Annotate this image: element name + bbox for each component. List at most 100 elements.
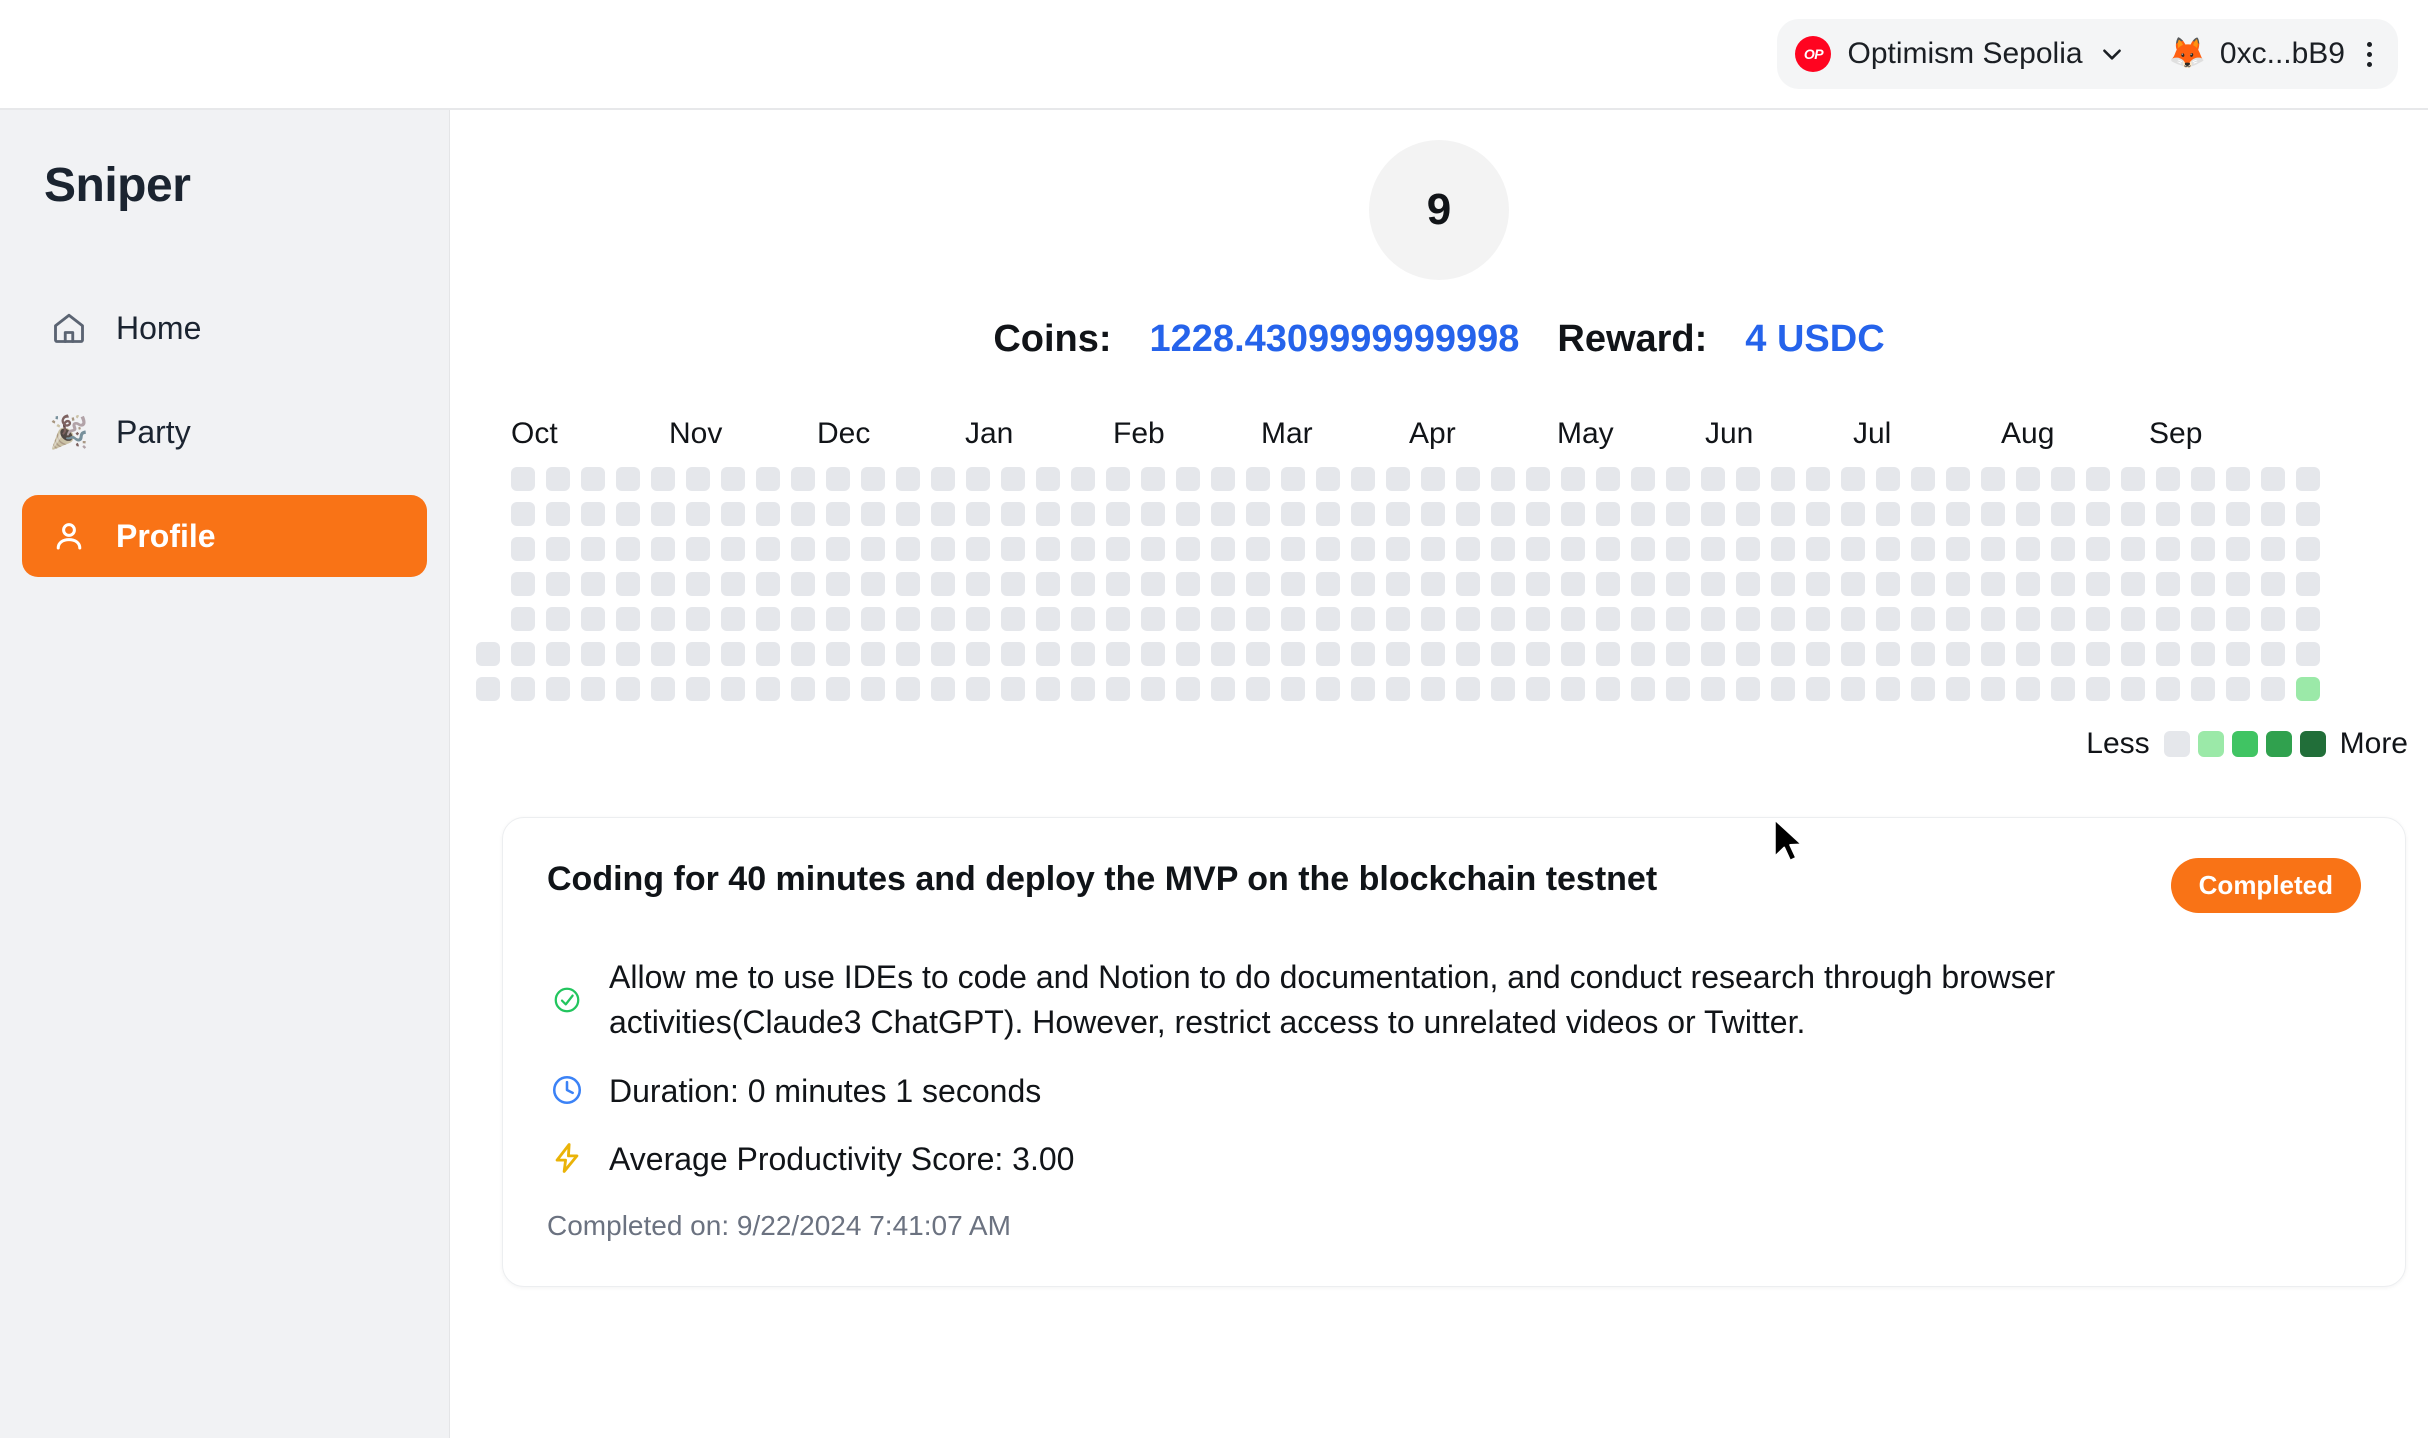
heatmap-cell[interactable] xyxy=(1701,572,1725,596)
heatmap-cell[interactable] xyxy=(1596,572,1620,596)
heatmap-cell[interactable] xyxy=(581,572,605,596)
heatmap-cell[interactable] xyxy=(1666,502,1690,526)
heatmap-cell[interactable] xyxy=(791,467,815,491)
heatmap-cell[interactable] xyxy=(2121,467,2145,491)
heatmap-cell[interactable] xyxy=(2296,642,2320,666)
heatmap-cell[interactable] xyxy=(756,607,780,631)
heatmap-cell[interactable] xyxy=(1561,607,1585,631)
heatmap-cell[interactable] xyxy=(616,642,640,666)
heatmap-cell[interactable] xyxy=(1106,467,1130,491)
heatmap-cell[interactable] xyxy=(1631,572,1655,596)
heatmap-cell[interactable] xyxy=(1421,642,1445,666)
heatmap-cell[interactable] xyxy=(1841,467,1865,491)
heatmap-cell[interactable] xyxy=(1351,642,1375,666)
heatmap-cell[interactable] xyxy=(826,572,850,596)
heatmap-cell[interactable] xyxy=(1981,467,2005,491)
heatmap-cell[interactable] xyxy=(756,677,780,701)
heatmap-cell[interactable] xyxy=(826,537,850,561)
heatmap-cell[interactable] xyxy=(2191,607,2215,631)
heatmap-cell[interactable] xyxy=(1631,502,1655,526)
heatmap-cell[interactable] xyxy=(1806,502,1830,526)
heatmap-cell[interactable] xyxy=(581,607,605,631)
heatmap-cell[interactable] xyxy=(1736,537,1760,561)
heatmap-cell[interactable] xyxy=(1596,677,1620,701)
heatmap-cell[interactable] xyxy=(1946,677,1970,701)
heatmap-cell[interactable] xyxy=(931,467,955,491)
heatmap-cell[interactable] xyxy=(1106,642,1130,666)
heatmap-cell[interactable] xyxy=(1386,572,1410,596)
heatmap-cell[interactable] xyxy=(1771,607,1795,631)
heatmap-cell[interactable] xyxy=(2191,467,2215,491)
heatmap-cell[interactable] xyxy=(931,572,955,596)
heatmap-cell[interactable] xyxy=(476,642,500,666)
heatmap-cell[interactable] xyxy=(2296,607,2320,631)
heatmap-cell[interactable] xyxy=(1386,677,1410,701)
heatmap-cell[interactable] xyxy=(1316,677,1340,701)
heatmap-cell[interactable] xyxy=(1876,572,1900,596)
heatmap-cell[interactable] xyxy=(1211,467,1235,491)
heatmap-cell[interactable] xyxy=(1596,607,1620,631)
heatmap-cell[interactable] xyxy=(1736,607,1760,631)
heatmap-cell[interactable] xyxy=(1491,502,1515,526)
heatmap-cell[interactable] xyxy=(511,572,535,596)
heatmap-cell[interactable] xyxy=(1386,607,1410,631)
heatmap-cell[interactable] xyxy=(511,502,535,526)
heatmap-cell[interactable] xyxy=(721,607,745,631)
heatmap-cell[interactable] xyxy=(1911,607,1935,631)
heatmap-cell[interactable] xyxy=(1211,537,1235,561)
heatmap-cell[interactable] xyxy=(686,502,710,526)
heatmap-cell[interactable] xyxy=(1771,537,1795,561)
heatmap-cell[interactable] xyxy=(581,537,605,561)
sidebar-item-home[interactable]: Home xyxy=(22,287,427,369)
heatmap-cell[interactable] xyxy=(1281,467,1305,491)
heatmap-cell[interactable] xyxy=(1561,537,1585,561)
heatmap-cell[interactable] xyxy=(1071,537,1095,561)
heatmap-cell[interactable] xyxy=(686,537,710,561)
heatmap-cell[interactable] xyxy=(931,677,955,701)
heatmap-cell[interactable] xyxy=(861,502,885,526)
heatmap-cell[interactable] xyxy=(756,572,780,596)
heatmap-cell[interactable] xyxy=(1211,642,1235,666)
heatmap-cell[interactable] xyxy=(1176,537,1200,561)
heatmap-cell[interactable] xyxy=(896,572,920,596)
heatmap-cell[interactable] xyxy=(1771,467,1795,491)
heatmap-cell[interactable] xyxy=(1071,677,1095,701)
heatmap-cell[interactable] xyxy=(756,642,780,666)
heatmap-cell[interactable] xyxy=(2261,572,2285,596)
heatmap-cell[interactable] xyxy=(1981,607,2005,631)
sidebar-item-profile[interactable]: Profile xyxy=(22,495,427,577)
heatmap-cell[interactable] xyxy=(826,467,850,491)
heatmap-cell[interactable] xyxy=(1071,642,1095,666)
heatmap-cell[interactable] xyxy=(966,502,990,526)
heatmap-cell[interactable] xyxy=(2226,537,2250,561)
heatmap-cell[interactable] xyxy=(2051,677,2075,701)
heatmap-cell[interactable] xyxy=(1036,537,1060,561)
heatmap-cell[interactable] xyxy=(546,467,570,491)
heatmap-cell[interactable] xyxy=(511,677,535,701)
heatmap-cell[interactable] xyxy=(1946,467,1970,491)
heatmap-cell[interactable] xyxy=(2156,677,2180,701)
heatmap-cell[interactable] xyxy=(1911,467,1935,491)
heatmap-cell[interactable] xyxy=(1841,537,1865,561)
heatmap-cell[interactable] xyxy=(546,642,570,666)
heatmap-cell[interactable] xyxy=(931,642,955,666)
heatmap-cell[interactable] xyxy=(2156,537,2180,561)
heatmap-cell[interactable] xyxy=(1876,607,1900,631)
heatmap-cell[interactable] xyxy=(2261,502,2285,526)
heatmap-cell[interactable] xyxy=(1106,537,1130,561)
heatmap-cell[interactable] xyxy=(476,677,500,701)
heatmap-cell[interactable] xyxy=(2261,677,2285,701)
heatmap-cell[interactable] xyxy=(966,467,990,491)
heatmap-cell[interactable] xyxy=(826,677,850,701)
heatmap-cell[interactable] xyxy=(2191,502,2215,526)
heatmap-cell[interactable] xyxy=(1911,537,1935,561)
heatmap-cell[interactable] xyxy=(1106,607,1130,631)
heatmap-cell[interactable] xyxy=(1911,502,1935,526)
heatmap-cell[interactable] xyxy=(686,467,710,491)
heatmap-cell[interactable] xyxy=(1456,642,1480,666)
heatmap-cell[interactable] xyxy=(2121,677,2145,701)
heatmap-cell[interactable] xyxy=(2016,502,2040,526)
heatmap-cell[interactable] xyxy=(791,502,815,526)
heatmap-cell[interactable] xyxy=(1841,607,1865,631)
heatmap-cell[interactable] xyxy=(1701,677,1725,701)
